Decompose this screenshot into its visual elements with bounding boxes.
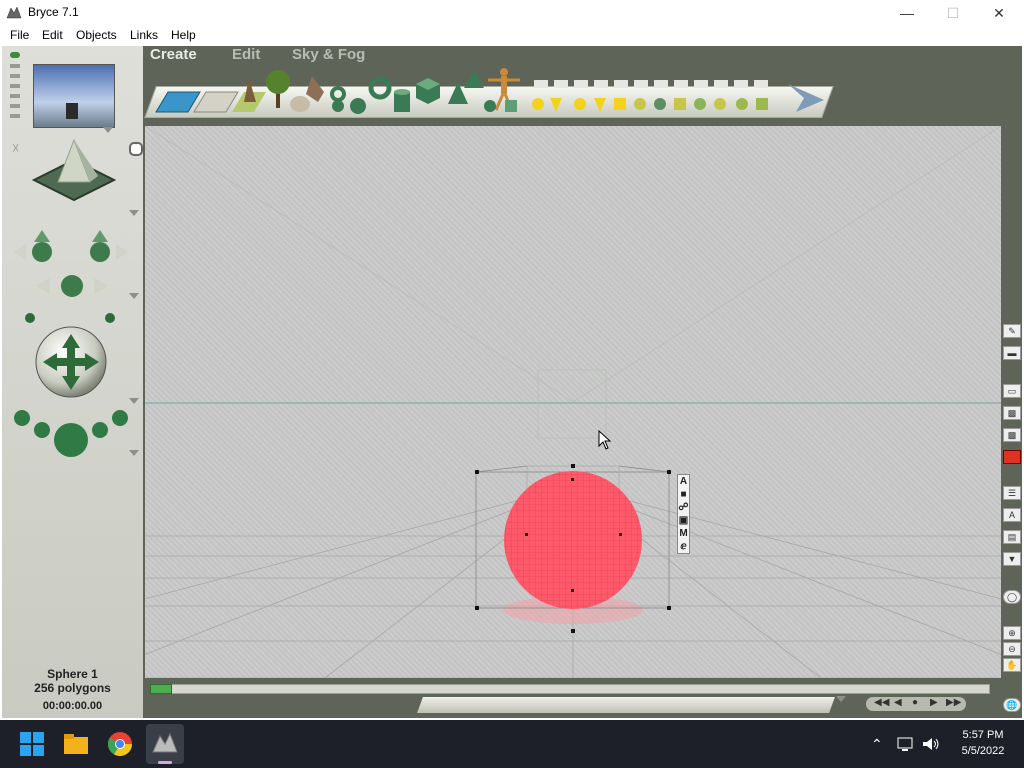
taskbar-clock-time[interactable]: 5:57 PM: [952, 729, 1014, 741]
bryce-taskbar-button[interactable]: [146, 724, 184, 764]
material-swatch-icon[interactable]: ■: [678, 488, 689, 501]
camera-target-box: [537, 369, 607, 439]
close-button[interactable]: ✕: [976, 0, 1022, 26]
close-icon: ✕: [993, 5, 1005, 21]
family-icon[interactable]: ▣: [678, 514, 689, 527]
scene-wireframe: [145, 126, 1001, 678]
terrain-icon[interactable]: [232, 78, 266, 112]
render-menu-icon[interactable]: [129, 450, 139, 456]
timeline-scrubber[interactable]: [150, 684, 172, 694]
object-attribute-toolbar: A ■ ☍ ▣ M ⅇ: [677, 474, 690, 554]
show-hidden-icons-icon[interactable]: ⌃: [871, 736, 883, 753]
camera-globe-icon[interactable]: ◯: [1003, 590, 1021, 604]
taskbar-clock-date[interactable]: 5/5/2022: [952, 745, 1014, 757]
bryce-app-icon: [6, 6, 22, 19]
render-controls-icon[interactable]: [10, 406, 132, 460]
render-mode-icon[interactable]: [1003, 450, 1021, 464]
menu-links[interactable]: Links: [130, 28, 158, 42]
selection-palette[interactable]: [417, 697, 835, 713]
3d-viewport[interactable]: A ■ ☍ ▣ M ⅇ: [145, 126, 1001, 678]
camera-director-icon[interactable]: ☓: [12, 140, 26, 158]
cylinder-icon[interactable]: [394, 89, 410, 112]
minimize-button[interactable]: —: [884, 0, 930, 26]
animation-controls: ◀◀ ◀ ● ▶ ▶▶: [866, 697, 966, 711]
menu-help[interactable]: Help: [171, 28, 196, 42]
cube-icon[interactable]: [416, 78, 440, 104]
primitive-icons[interactable]: [484, 98, 768, 112]
view-options-radio-icon[interactable]: [129, 142, 143, 156]
camera-sphere-control-icon[interactable]: [32, 326, 110, 400]
panel-menu-icon[interactable]: ▼: [1003, 552, 1021, 566]
nano-preview-menu-icon[interactable]: [103, 127, 113, 133]
list-view-icon[interactable]: ☰: [1003, 486, 1021, 500]
maximize-icon: ☐: [946, 5, 960, 21]
rock-icon[interactable]: [290, 96, 310, 112]
tab-sky-fog[interactable]: Sky & Fog: [292, 46, 365, 63]
minimize-icon: —: [900, 5, 914, 21]
rewind-icon[interactable]: ◀◀: [874, 697, 889, 708]
knot-icon[interactable]: [330, 86, 346, 112]
trackball-menu-icon[interactable]: [129, 293, 139, 299]
stone-icon[interactable]: [306, 76, 324, 102]
play-icon[interactable]: ▶: [930, 697, 938, 708]
pan-hand-icon[interactable]: ✋: [1003, 658, 1021, 672]
menu-file[interactable]: File: [10, 28, 29, 42]
sphere-control-menu-icon[interactable]: [129, 398, 139, 404]
volume-icon[interactable]: [921, 736, 941, 752]
menu-objects[interactable]: Objects: [76, 28, 117, 42]
animation-timeline[interactable]: [150, 684, 990, 694]
material-editor-button[interactable]: M: [678, 527, 689, 540]
pyramid-icon[interactable]: [448, 82, 468, 104]
torus-icon[interactable]: [368, 76, 392, 100]
tree-icon[interactable]: [266, 70, 290, 108]
maximize-button[interactable]: ☐: [930, 0, 976, 26]
display-mode-icon[interactable]: ▭: [1003, 384, 1021, 398]
bryce-logo-icon[interactable]: [788, 84, 824, 112]
network-icon[interactable]: [897, 736, 915, 752]
tab-edit[interactable]: Edit: [232, 46, 260, 63]
eraser-icon[interactable]: ▬: [1003, 346, 1021, 360]
timeline-menu-icon[interactable]: [836, 696, 846, 702]
shaded-mode-icon[interactable]: ▩: [1003, 428, 1021, 442]
title-bar: Bryce 7.1 — ☐ ✕: [0, 0, 1024, 26]
tab-create[interactable]: Create: [150, 46, 197, 63]
window-title: Bryce 7.1: [28, 5, 79, 19]
sphere-icon[interactable]: [350, 98, 366, 114]
animation-time: 00:00:00.00: [42, 700, 103, 712]
zoom-in-icon[interactable]: ⊕: [1003, 626, 1021, 640]
light-icons[interactable]: [534, 80, 768, 88]
water-plane-icon[interactable]: [155, 91, 201, 113]
label-icon[interactable]: A: [1003, 508, 1021, 522]
bryce-icon: [152, 732, 178, 753]
chrome-icon[interactable]: [104, 728, 136, 760]
mouse-cursor-icon: [598, 430, 612, 450]
info-icon[interactable]: ⅇ: [678, 540, 689, 553]
file-explorer-icon[interactable]: [60, 728, 92, 760]
memory-dots-icon[interactable]: [8, 50, 22, 126]
create-shelf-objects: [155, 68, 824, 114]
fast-forward-icon[interactable]: ▶▶: [946, 697, 961, 708]
nano-preview[interactable]: [33, 64, 115, 128]
cone-icon[interactable]: [464, 70, 484, 88]
view-control-icon[interactable]: [28, 136, 120, 210]
polygon-count: 256 polygons: [34, 681, 111, 695]
attributes-button[interactable]: A: [678, 475, 689, 488]
textured-mode-icon[interactable]: ▩: [1003, 406, 1021, 420]
zoom-out-icon[interactable]: ⊖: [1003, 642, 1021, 656]
menu-edit[interactable]: Edit: [42, 28, 63, 42]
view-control-menu-icon[interactable]: [129, 210, 139, 216]
world-globe-icon[interactable]: 🌐: [1003, 698, 1021, 712]
camera-trackball-icon[interactable]: [10, 222, 132, 328]
panel-icon[interactable]: ▤: [1003, 530, 1021, 544]
link-icon[interactable]: ☍: [678, 501, 689, 514]
pencil-icon[interactable]: ✎: [1003, 324, 1021, 338]
menu-bar: File Edit Objects Links Help: [0, 26, 1024, 46]
ground-plane-icon[interactable]: [193, 91, 239, 113]
windows-start-icon[interactable]: [16, 728, 48, 760]
record-icon[interactable]: ●: [912, 697, 918, 708]
selected-object-name: Sphere 1: [47, 667, 98, 681]
step-back-icon[interactable]: ◀: [894, 697, 902, 708]
